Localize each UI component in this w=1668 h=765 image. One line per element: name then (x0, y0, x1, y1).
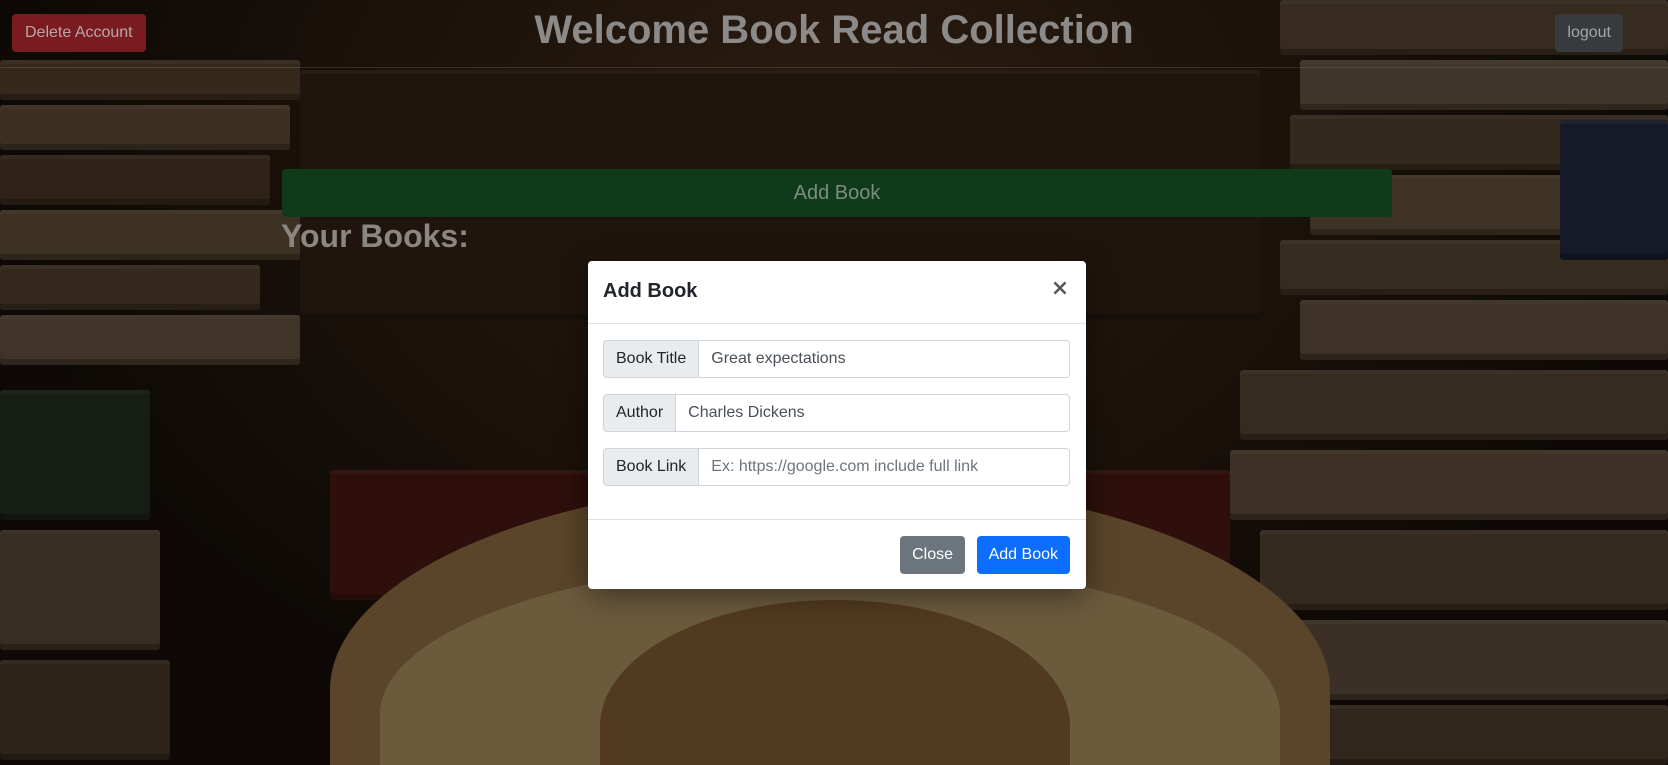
modal-body: Book Title Author Book Link (588, 324, 1086, 520)
add-book-open-button[interactable]: Add Book (282, 169, 1392, 217)
book-link-group: Book Link (603, 448, 1070, 486)
book-link-label: Book Link (603, 448, 699, 486)
close-icon[interactable]: × (1050, 277, 1070, 301)
author-group: Author (603, 394, 1070, 432)
modal-footer: Close Add Book (588, 520, 1086, 588)
close-button[interactable]: Close (900, 536, 965, 574)
modal-header: Add Book × (588, 261, 1086, 324)
add-book-submit-button[interactable]: Add Book (976, 536, 1070, 574)
your-books-heading: Your Books: (281, 218, 469, 254)
add-book-modal: Add Book × Book Title Author Book Link C… (588, 261, 1086, 589)
author-label: Author (603, 394, 676, 432)
book-title-label: Book Title (603, 340, 699, 378)
top-header: Delete Account Welcome Book Read Collect… (0, 0, 1668, 68)
author-input[interactable] (675, 394, 1070, 432)
modal-title: Add Book (603, 280, 698, 302)
page-title: Welcome Book Read Collection (534, 8, 1134, 52)
logout-button[interactable]: logout (1555, 14, 1623, 52)
book-link-input[interactable] (698, 448, 1070, 486)
book-title-input[interactable] (698, 340, 1070, 378)
book-title-group: Book Title (603, 340, 1070, 378)
